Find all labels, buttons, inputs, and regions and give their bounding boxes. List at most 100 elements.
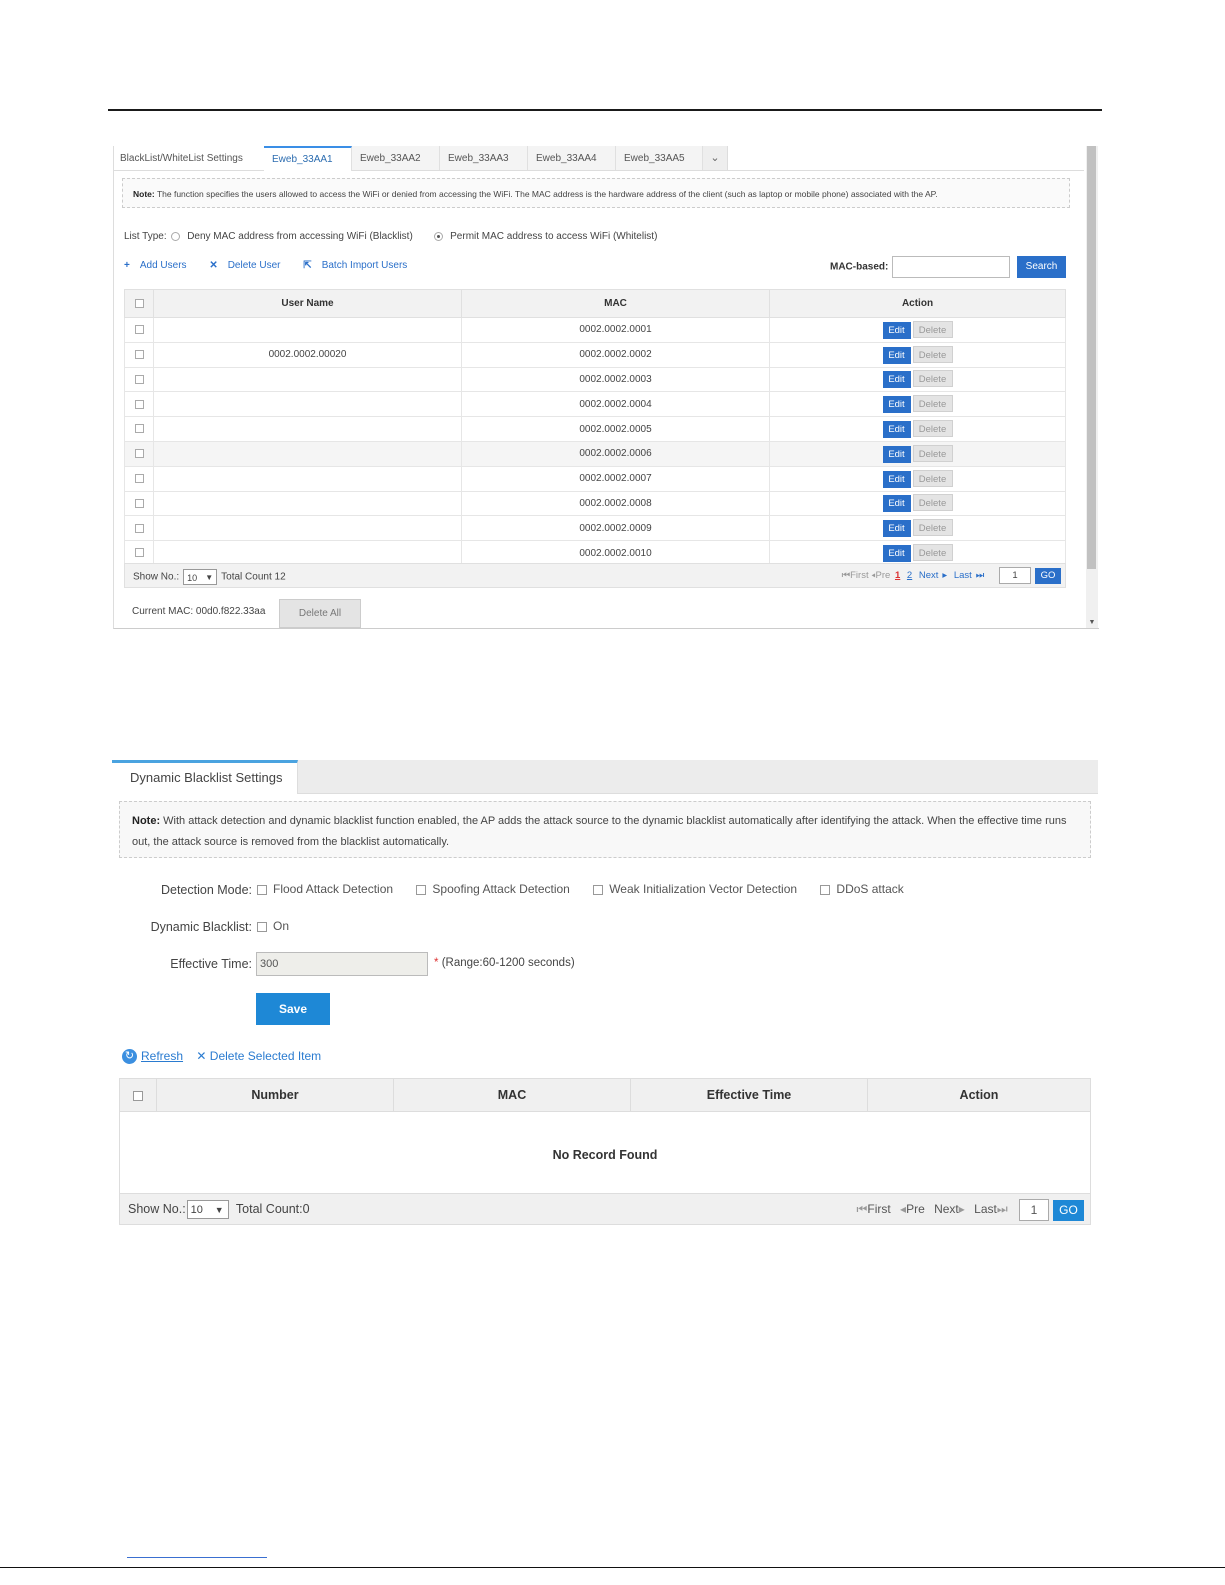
edit-button[interactable]: Edit xyxy=(882,495,911,513)
required-star: * xyxy=(434,957,439,969)
last-page-link[interactable]: Last xyxy=(954,570,972,581)
checkbox[interactable] xyxy=(416,884,427,895)
go-button[interactable]: GO xyxy=(1035,567,1061,584)
delete-button[interactable]: Delete xyxy=(912,370,953,388)
first-page-link[interactable]: First xyxy=(867,1202,890,1216)
column-header: Effective Time xyxy=(630,1078,868,1112)
dropdown-arrow-icon: ▼ xyxy=(214,1205,224,1215)
batch-import-button[interactable]: ⇱ Batch Import Users xyxy=(303,260,417,271)
edit-button[interactable]: Edit xyxy=(882,545,911,563)
delete-button[interactable]: Delete xyxy=(912,420,953,438)
delete-button[interactable]: Delete xyxy=(912,345,953,363)
row-checkbox[interactable] xyxy=(134,523,144,533)
checkbox[interactable] xyxy=(820,884,831,895)
radio-whitelist[interactable] xyxy=(434,231,444,241)
delete-button[interactable]: Delete xyxy=(912,544,953,562)
edit-button[interactable]: Edit xyxy=(882,421,911,439)
mac-cell: 0002.0002.0003 xyxy=(461,366,770,393)
column-header: Action xyxy=(867,1078,1091,1112)
go-button[interactable]: GO xyxy=(1053,1199,1084,1221)
delete-user-button[interactable]: ✕ Delete User xyxy=(209,260,290,271)
next-page-link[interactable]: Next xyxy=(934,1202,959,1216)
row-checkbox[interactable] xyxy=(134,325,144,335)
checkbox[interactable] xyxy=(257,884,267,895)
user-table: User Name MAC Action 0002.0002.0001 Edit D… xyxy=(124,289,1066,566)
row-checkbox[interactable] xyxy=(134,374,144,384)
detection-option-weak-iv[interactable]: Weak Initialization Vector Detection xyxy=(593,882,797,896)
prev-page-link[interactable]: Pre xyxy=(876,570,891,581)
row-checkbox[interactable] xyxy=(134,399,144,409)
delete-selected-button[interactable]: ✕ Delete Selected Item xyxy=(196,1049,321,1063)
detection-option-ddos[interactable]: DDoS attack xyxy=(820,882,904,896)
row-checkbox[interactable] xyxy=(134,424,144,434)
save-button[interactable]: Save xyxy=(256,993,330,1025)
row-checkbox[interactable] xyxy=(134,449,144,459)
delete-button[interactable]: Delete xyxy=(912,519,953,537)
delete-button[interactable]: Delete xyxy=(912,395,953,413)
row-checkbox[interactable] xyxy=(134,498,144,508)
tab-eweb-33aa3[interactable]: Eweb_33AA3 xyxy=(440,146,528,170)
page-size-select[interactable]: 10 ▼ xyxy=(183,569,218,585)
next-page-link[interactable]: Next xyxy=(919,570,939,581)
last-page-link[interactable]: Last xyxy=(974,1202,997,1216)
effective-time-range: * (Range:60-1200 seconds) xyxy=(434,957,575,969)
tab-dynamic-blacklist-settings[interactable]: Dynamic Blacklist Settings xyxy=(112,760,298,794)
page-number-input[interactable]: 1 xyxy=(1019,1199,1049,1221)
chevron-down-icon[interactable]: ⌄ xyxy=(703,146,728,170)
detection-option-spoofing[interactable]: Spoofing Attack Detection xyxy=(416,882,570,896)
tab-eweb-33aa4[interactable]: Eweb_33AA4 xyxy=(528,146,616,170)
select-all-checkbox[interactable] xyxy=(134,298,144,308)
scroll-down-icon[interactable]: ▼ xyxy=(1086,619,1098,626)
delete-button[interactable]: Delete xyxy=(912,469,953,487)
tab-bar: BlackList/WhiteList Settings Eweb_33AA1 … xyxy=(114,146,1084,171)
row-checkbox[interactable] xyxy=(134,350,144,360)
search-button[interactable]: Search xyxy=(1017,256,1066,278)
row-checkbox[interactable] xyxy=(134,474,144,484)
delete-button[interactable]: Delete xyxy=(912,320,953,338)
refresh-link[interactable]: Refresh xyxy=(141,1049,183,1063)
select-all-checkbox[interactable] xyxy=(133,1090,143,1101)
table-row: 0002.0002.0003 Edit Delete xyxy=(124,366,1066,393)
scrollbar[interactable]: ▼ xyxy=(1086,146,1098,628)
page-size-select[interactable]: 10 ▼ xyxy=(186,1200,229,1219)
edit-button[interactable]: Edit xyxy=(882,470,911,488)
range-text: (Range:60-1200 seconds) xyxy=(441,957,575,969)
checkbox[interactable] xyxy=(593,884,604,895)
edit-button[interactable]: Edit xyxy=(882,321,911,339)
edit-button[interactable]: Edit xyxy=(882,445,911,463)
first-page-link[interactable]: First xyxy=(850,570,868,581)
effective-time-input[interactable]: 300 xyxy=(256,952,428,976)
action-cell: Edit Delete xyxy=(769,341,1066,368)
page-1-link[interactable]: 1 xyxy=(895,570,900,581)
page-number-input[interactable]: 1 xyxy=(999,567,1031,584)
prev-page-link[interactable]: Pre xyxy=(906,1202,925,1216)
detection-option-flood[interactable]: Flood Attack Detection xyxy=(257,882,393,896)
refresh-icon[interactable]: ↻ xyxy=(122,1049,137,1065)
page-2-link[interactable]: 2 xyxy=(907,570,912,581)
edit-button[interactable]: Edit xyxy=(882,346,911,364)
scrollbar-thumb[interactable] xyxy=(1087,146,1096,569)
delete-all-button[interactable]: Delete All xyxy=(279,599,361,628)
dynamic-blacklist-label: Dynamic Blacklist: xyxy=(150,920,252,934)
checkbox[interactable] xyxy=(257,921,267,932)
edit-button[interactable]: Edit xyxy=(882,520,911,538)
dynamic-blacklist-toggle[interactable]: On xyxy=(257,919,289,933)
edit-button[interactable]: Edit xyxy=(882,371,911,389)
mac-search-input[interactable] xyxy=(892,256,1011,278)
total-count: Total Count 12 xyxy=(221,571,286,583)
tab-blacklist-whitelist-settings[interactable]: BlackList/WhiteList Settings xyxy=(114,146,264,170)
show-no-label: Show No.: xyxy=(128,1201,186,1216)
table-footer: Show No.: 10 ▼ Total Count 12 ⏮First ◂Pre 1… xyxy=(124,563,1066,588)
mac-cell: 0002.0002.0002 xyxy=(461,341,770,368)
edit-button[interactable]: Edit xyxy=(882,396,911,414)
row-checkbox[interactable] xyxy=(134,548,144,558)
radio-blacklist[interactable] xyxy=(171,231,181,241)
delete-button[interactable]: Delete xyxy=(912,444,953,462)
tab-eweb-33aa2[interactable]: Eweb_33AA2 xyxy=(352,146,440,170)
tab-eweb-33aa5[interactable]: Eweb_33AA5 xyxy=(616,146,703,170)
add-users-button[interactable]: + Add Users xyxy=(124,260,197,271)
row-select-cell xyxy=(124,440,154,467)
mac-cell: 0002.0002.0001 xyxy=(461,317,770,343)
tab-eweb-33aa1[interactable]: Eweb_33AA1 xyxy=(264,146,352,171)
delete-button[interactable]: Delete xyxy=(912,494,953,512)
